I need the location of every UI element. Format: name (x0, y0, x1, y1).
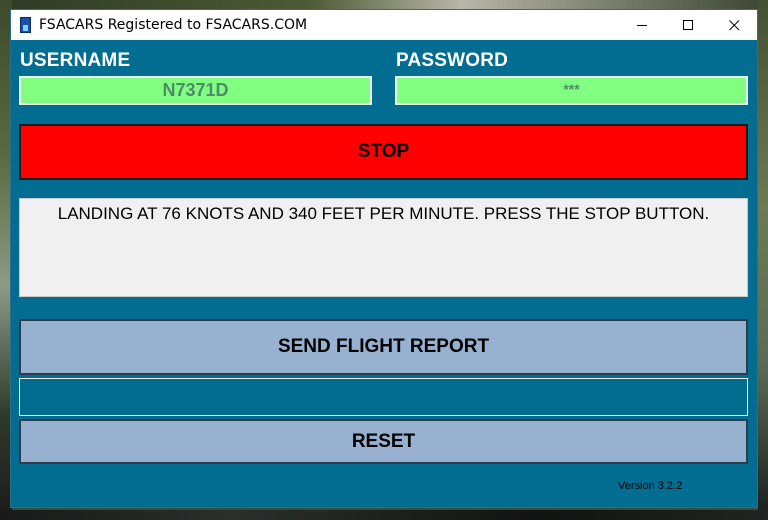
password-field[interactable]: *** (395, 76, 748, 105)
status-bar (19, 378, 748, 416)
username-field[interactable]: N7371D (19, 76, 372, 105)
title-bar[interactable]: FSACARS Registered to FSACARS.COM (11, 10, 757, 40)
minimize-icon (636, 24, 647, 26)
background-scenery-bottom (0, 510, 768, 520)
close-icon (728, 19, 739, 30)
fsacars-window: FSACARS Registered to FSACARS.COM USERNA… (10, 9, 758, 508)
reset-button[interactable]: RESET (19, 419, 748, 464)
close-button[interactable] (711, 10, 757, 40)
window-title: FSACARS Registered to FSACARS.COM (39, 17, 308, 33)
background-scenery-right (758, 0, 768, 520)
version-label: Version 3.2.2 (618, 480, 683, 492)
password-label: PASSWORD (396, 50, 509, 71)
send-flight-report-button[interactable]: SEND FLIGHT REPORT (19, 319, 748, 375)
username-label: USERNAME (20, 50, 131, 71)
status-message-box: LANDING AT 76 KNOTS AND 340 FEET PER MIN… (19, 198, 748, 297)
stop-button[interactable]: STOP (19, 124, 748, 180)
minimize-button[interactable] (619, 10, 665, 40)
maximize-button[interactable] (665, 10, 711, 40)
fsacars-app-icon (20, 17, 31, 33)
window-controls (619, 10, 757, 40)
maximize-icon (682, 19, 693, 30)
